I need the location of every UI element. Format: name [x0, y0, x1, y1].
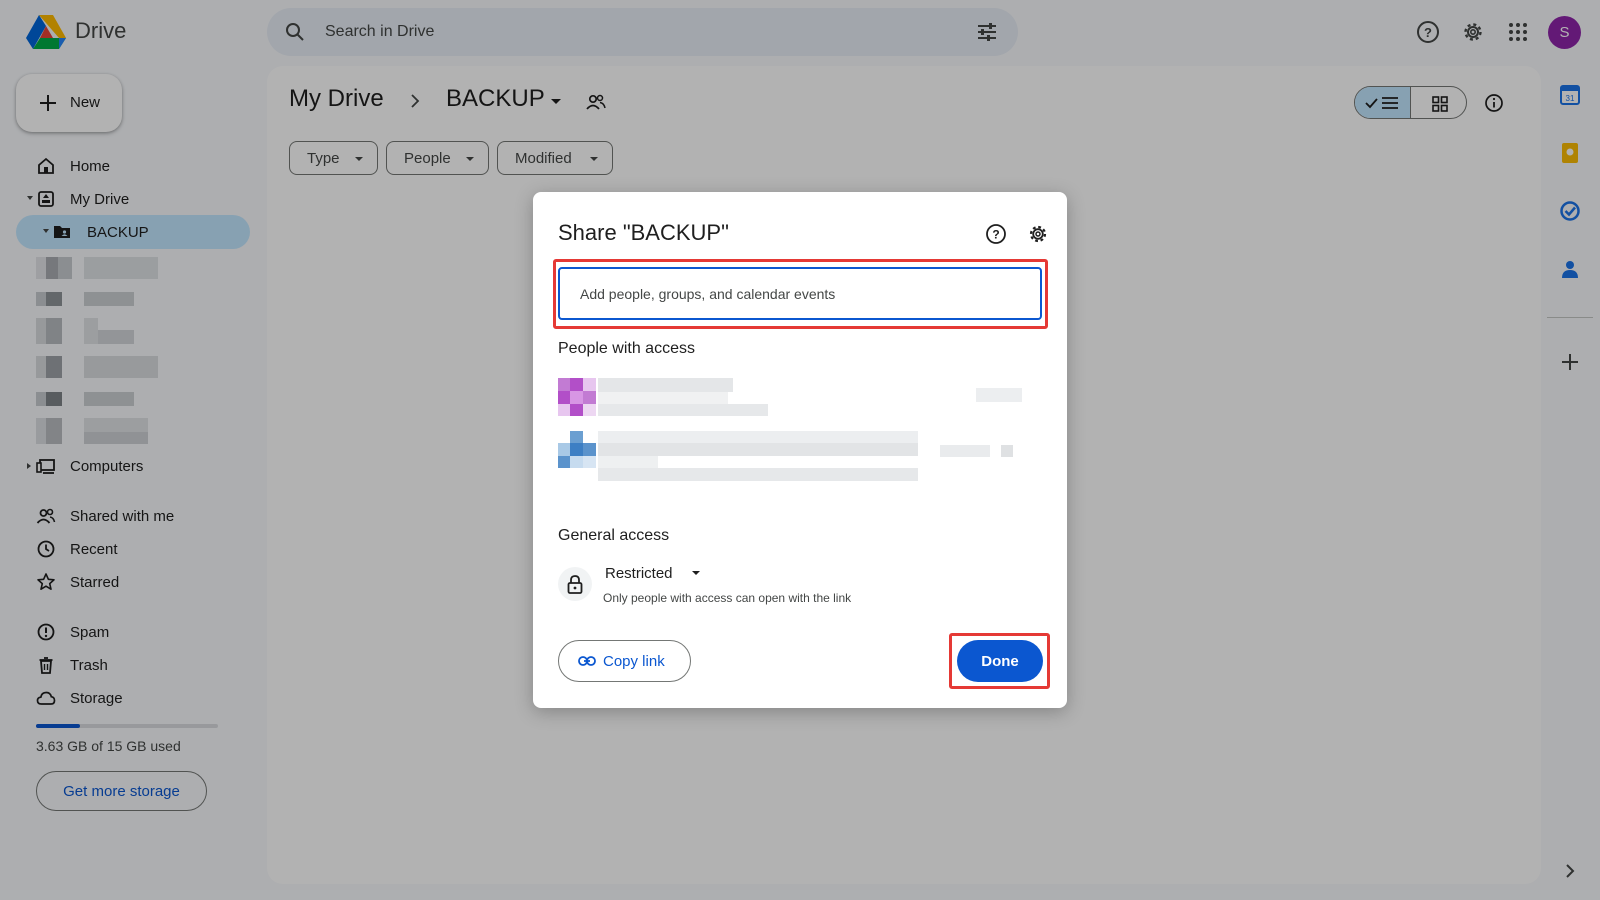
- dialog-title: Share "BACKUP": [558, 220, 729, 245]
- copy-link-button[interactable]: Copy link: [558, 640, 691, 682]
- link-icon: [578, 656, 596, 666]
- person-entry-redacted[interactable]: [558, 431, 1028, 485]
- help-icon[interactable]: ?: [985, 223, 1007, 245]
- general-access-heading: General access: [558, 527, 670, 544]
- share-dialog: Share "BACKUP" ? People with access: [533, 192, 1067, 708]
- access-description: Only people with access can open with th…: [603, 591, 852, 605]
- lock-badge: [558, 567, 592, 601]
- lock-icon: [567, 575, 583, 594]
- dropdown-caret-icon[interactable]: [692, 571, 700, 575]
- people-with-access-heading: People with access: [558, 340, 695, 357]
- add-people-input[interactable]: [558, 267, 1042, 320]
- done-button[interactable]: Done: [957, 640, 1043, 682]
- access-level-dropdown[interactable]: Restricted: [605, 565, 673, 582]
- person-entry-redacted[interactable]: [558, 378, 1028, 418]
- svg-text:?: ?: [992, 228, 999, 242]
- settings-icon[interactable]: [1027, 223, 1049, 245]
